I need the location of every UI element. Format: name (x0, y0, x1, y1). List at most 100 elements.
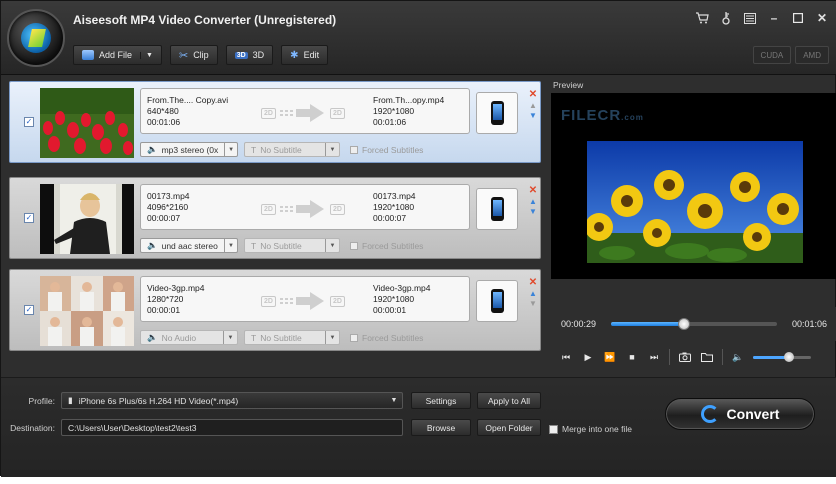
seek-handle[interactable] (678, 318, 691, 330)
forced-subtitles-box[interactable] (350, 333, 358, 342)
browse-button[interactable]: Browse (411, 419, 471, 436)
folder-icon[interactable] (700, 350, 714, 364)
output-device-button[interactable] (476, 92, 518, 134)
preview-label: Preview (553, 80, 584, 90)
output-device-button[interactable] (476, 188, 518, 230)
speaker-icon: 🔈 (147, 332, 158, 342)
audio-track-select[interactable]: 🔈 und aac stereo ▼ (140, 238, 238, 253)
audio-track-select[interactable]: 🔈 mp3 stereo (0x ▼ (140, 142, 238, 157)
output-settings-bar: Profile: ▮ iPhone 6s Plus/6s H.264 HD Vi… (1, 377, 836, 477)
merge-checkbox[interactable]: Merge into one file (549, 424, 632, 434)
play-icon[interactable]: ▶ (581, 350, 595, 364)
menu-icon[interactable] (743, 11, 757, 25)
close-icon[interactable]: ✕ (815, 11, 829, 25)
chevron-down-icon: ▼ (325, 239, 339, 252)
subtitle-select[interactable]: T No Subtitle ▼ (244, 142, 340, 157)
video-thumbnail (40, 184, 134, 254)
file-row[interactable]: ✓ Video-3gp.mp4 1280*720 00:00:01 2D 2D … (9, 269, 541, 351)
arrow-right-icon (280, 103, 326, 123)
subtitle-select[interactable]: T No Subtitle ▼ (244, 330, 340, 345)
chevron-down-icon[interactable]: ▼ (140, 51, 153, 59)
forced-subtitles-box[interactable] (350, 145, 358, 154)
track-options: 🔈 und aac stereo ▼ T No Subtitle ▼ Forced … (140, 238, 423, 253)
player-controls: ⏮ ▶ ⏩ ■ ⏭ 🔈 (551, 343, 836, 371)
destination-label: Destination: (10, 423, 55, 433)
audio-track-value: und aac stereo (161, 240, 218, 251)
move-up-icon[interactable]: ▲ (529, 101, 537, 110)
app-title: Aiseesoft MP4 Video Converter (Unregiste… (73, 13, 337, 27)
source-duration: 00:01:06 (147, 117, 181, 127)
chevron-down-icon: ▼ (224, 143, 237, 156)
watermark: FILECR.com (561, 107, 644, 124)
audio-track-select[interactable]: 🔈 No Audio ▼ (140, 330, 238, 345)
volume-slider[interactable] (753, 351, 811, 362)
file-info-panel: From.The.... Copy.avi 640*480 00:01:06 2… (140, 88, 470, 134)
move-down-icon[interactable]: ▼ (529, 111, 537, 120)
window-controls: – ✕ (695, 11, 829, 25)
profile-select[interactable]: ▮ iPhone 6s Plus/6s H.264 HD Video(*.mp4… (61, 392, 403, 409)
edit-button[interactable]: ✱ Edit (281, 45, 329, 65)
volume-handle[interactable] (783, 351, 794, 362)
forced-subtitles-checkbox[interactable]: Forced Subtitles (350, 241, 423, 251)
snapshot-icon[interactable] (678, 350, 692, 364)
add-file-button[interactable]: Add File ▼ (73, 45, 162, 65)
volume-icon[interactable]: 🔈 (731, 350, 745, 364)
output-filename: Video-3gp.mp4 (373, 283, 431, 293)
row-actions: ✕ ▲ ▼ (527, 186, 539, 217)
clip-button[interactable]: ✂ Clip (169, 45, 218, 65)
track-options: 🔈 mp3 stereo (0x ▼ T No Subtitle ▼ Forced … (140, 142, 423, 157)
remove-icon[interactable]: ✕ (529, 90, 537, 100)
cuda-badge: CUDA (752, 46, 792, 64)
remove-icon[interactable]: ✕ (529, 186, 537, 196)
3d-button[interactable]: 3D 3D (225, 45, 274, 65)
subtitle-icon: T (251, 240, 257, 251)
forced-subtitles-checkbox[interactable]: Forced Subtitles (350, 333, 423, 343)
file-row[interactable]: ✓ 00173.mp4 4096*2160 00:00:07 2D 2D 001… (9, 177, 541, 259)
forced-subtitles-label: Forced Subtitles (362, 240, 424, 251)
source-resolution: 4096*2160 (147, 202, 189, 212)
move-up-icon[interactable]: ▲ (529, 197, 537, 206)
output-duration: 00:00:07 (373, 213, 407, 223)
edit-label: Edit (303, 50, 320, 60)
move-down-icon[interactable]: ▼ (529, 207, 537, 216)
remove-icon[interactable]: ✕ (529, 278, 537, 288)
arrow-right-icon (280, 291, 326, 311)
3d-icon: 3D (234, 51, 248, 59)
apply-to-all-button[interactable]: Apply to All (477, 392, 541, 409)
move-down-icon[interactable]: ▼ (529, 299, 537, 308)
forced-subtitles-box[interactable] (350, 241, 358, 250)
open-folder-button[interactable]: Open Folder (477, 419, 541, 436)
subtitle-select[interactable]: T No Subtitle ▼ (244, 238, 340, 253)
forced-subtitles-label: Forced Subtitles (362, 332, 424, 343)
move-up-icon[interactable]: ▲ (529, 289, 537, 298)
target-2d-badge: 2D (330, 295, 345, 307)
speaker-icon: 🔈 (147, 144, 158, 154)
file-row[interactable]: ✓ From.The.... Copy.avi 640*480 00:01:06… (9, 81, 541, 163)
output-filename: 00173.mp4 (373, 191, 416, 201)
settings-button[interactable]: Settings (411, 392, 471, 409)
key-icon[interactable] (719, 11, 733, 25)
video-thumbnail (40, 88, 134, 158)
forced-subtitles-checkbox[interactable]: Forced Subtitles (350, 145, 423, 155)
file-checkbox[interactable]: ✓ (24, 213, 34, 223)
merge-box[interactable] (549, 424, 558, 434)
next-icon[interactable]: ⏭ (647, 350, 661, 364)
divider (669, 349, 670, 365)
destination-input[interactable]: C:\Users\User\Desktop\test2\test3 (61, 419, 403, 436)
divider (722, 349, 723, 365)
speaker-icon: 🔈 (147, 240, 158, 250)
conversion-arrow: 2D 2D (261, 291, 351, 311)
minimize-icon[interactable]: – (767, 11, 781, 25)
output-device-button[interactable] (476, 280, 518, 322)
maximize-icon[interactable] (791, 11, 805, 25)
previous-icon[interactable]: ⏮ (559, 350, 573, 364)
stop-icon[interactable]: ■ (625, 350, 639, 364)
source-2d-badge: 2D (261, 203, 276, 215)
file-checkbox[interactable]: ✓ (24, 117, 34, 127)
convert-button[interactable]: Convert (665, 398, 815, 430)
cart-icon[interactable] (695, 11, 709, 25)
seek-slider[interactable] (611, 318, 777, 330)
3d-label: 3D (252, 50, 265, 60)
file-checkbox[interactable]: ✓ (24, 305, 34, 315)
fast-forward-icon[interactable]: ⏩ (603, 350, 617, 364)
